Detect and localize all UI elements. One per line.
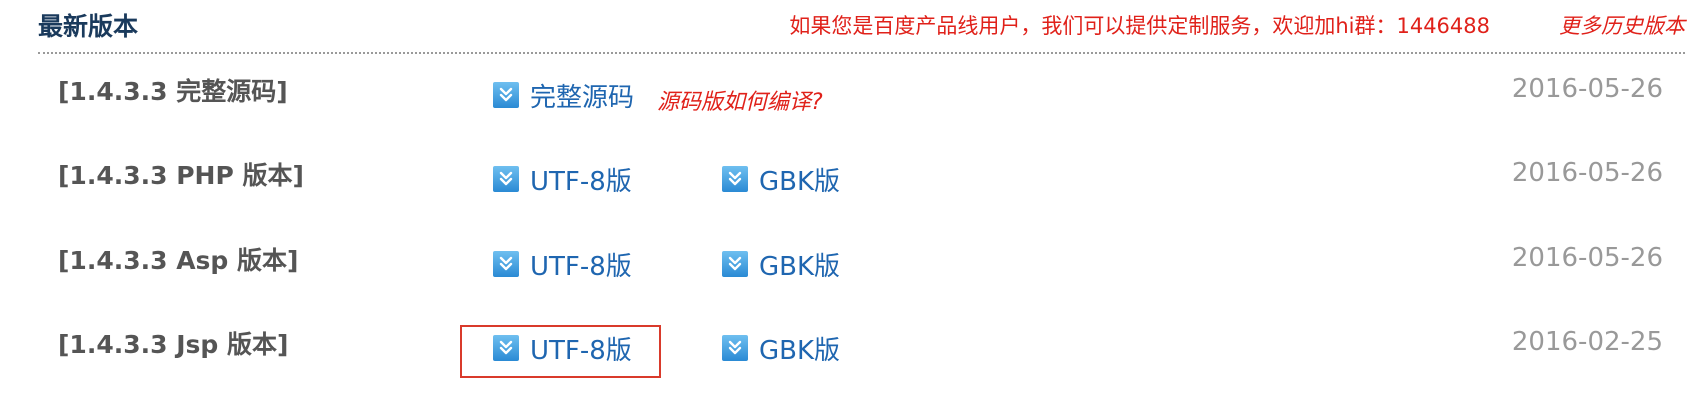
section-header: 最新版本 如果您是百度产品线用户，我们可以提供定制服务，欢迎加hi群：14464… (38, 0, 1685, 54)
release-date: 2016-05-26 (1511, 158, 1663, 188)
double-chevron-down-icon (493, 251, 519, 277)
download-link-label: GBK版 (759, 166, 841, 197)
download-utf8-link[interactable]: UTF-8版 (493, 162, 632, 197)
release-row: [1.4.3.3 Jsp 版本] UTF-8版 GBK版 2016-02-25 (0, 317, 1698, 377)
download-link-label: GBK版 (759, 335, 841, 366)
release-title: [1.4.3.3 Asp 版本] (58, 246, 299, 275)
download-gbk-link[interactable]: GBK版 (722, 247, 841, 282)
release-row: [1.4.3.3 PHP 版本] UTF-8版 GBK版 2016-05-26 (0, 148, 1698, 208)
double-chevron-down-icon (493, 166, 519, 192)
release-row: [1.4.3.3 完整源码] 完整源码 源码版如何编译? 2016-05-26 (0, 64, 1698, 124)
release-date: 2016-02-25 (1511, 327, 1663, 357)
release-title: [1.4.3.3 完整源码] (58, 77, 288, 106)
release-date: 2016-05-26 (1511, 243, 1663, 273)
double-chevron-down-icon (722, 251, 748, 277)
double-chevron-down-icon (722, 166, 748, 192)
double-chevron-down-icon (722, 335, 748, 361)
more-history-link[interactable]: 更多历史版本 (1559, 10, 1685, 40)
download-gbk-link[interactable]: GBK版 (722, 162, 841, 197)
download-gbk-link[interactable]: GBK版 (722, 331, 841, 366)
release-title: [1.4.3.3 PHP 版本] (58, 161, 304, 190)
download-link-label: 完整源码 (530, 82, 635, 113)
download-link-label: UTF-8版 (530, 251, 632, 282)
how-to-compile-link[interactable]: 源码版如何编译? (657, 84, 823, 116)
release-title: [1.4.3.3 Jsp 版本] (58, 330, 289, 359)
download-link-label: GBK版 (759, 251, 841, 282)
download-link-label: UTF-8版 (530, 166, 632, 197)
double-chevron-down-icon (493, 82, 519, 108)
custom-service-note: 如果您是百度产品线用户，我们可以提供定制服务，欢迎加hi群：1446488 (789, 14, 1490, 38)
selection-highlight-box (460, 325, 661, 378)
section-title: 最新版本 (38, 12, 139, 41)
download-utf8-link[interactable]: UTF-8版 (493, 247, 632, 282)
release-date: 2016-05-26 (1511, 74, 1663, 104)
release-row: [1.4.3.3 Asp 版本] UTF-8版 GBK版 2016-05-26 (0, 233, 1698, 293)
download-source-link[interactable]: 完整源码 (493, 78, 635, 113)
